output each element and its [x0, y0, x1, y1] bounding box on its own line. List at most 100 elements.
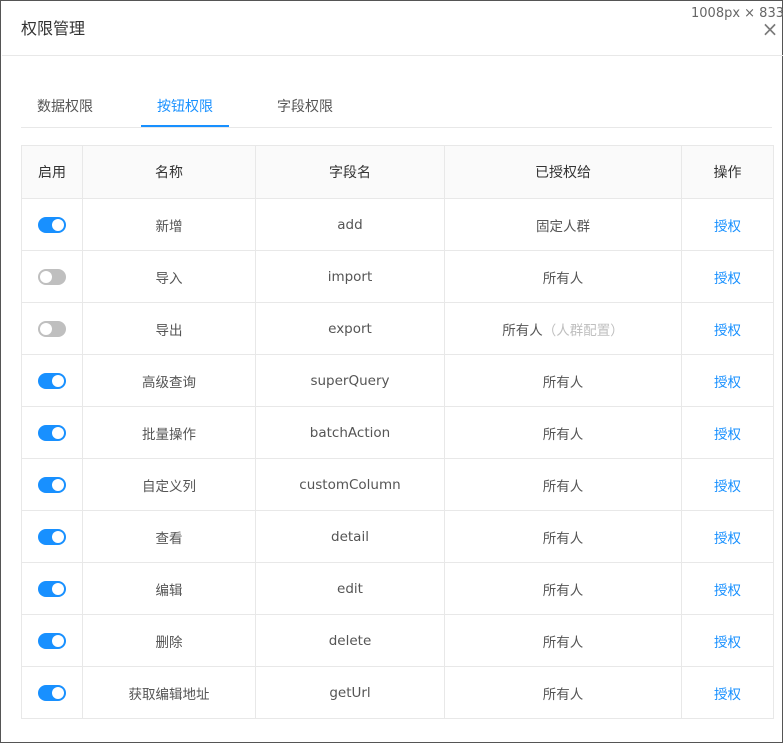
- toggle-knob: [52, 426, 64, 439]
- granted-to-cell: 所有人: [444, 458, 682, 511]
- tab-data-permission[interactable]: 数据权限: [37, 97, 93, 117]
- column-header-field: 字段名: [255, 145, 445, 199]
- enable-cell: [21, 302, 83, 355]
- authorize-link[interactable]: 授权: [714, 271, 741, 287]
- enable-toggle[interactable]: [38, 580, 66, 597]
- granted-to: 所有人: [502, 322, 543, 339]
- table-row: 编辑 edit 所有人 授权: [21, 562, 774, 615]
- tab-button-permission[interactable]: 按钮权限: [157, 97, 213, 117]
- granted-to: 所有人: [542, 686, 584, 703]
- column-header-granted: 已授权给: [444, 145, 682, 199]
- action-cell: 授权: [681, 458, 774, 511]
- enable-toggle[interactable]: [38, 320, 66, 337]
- granted-to: 所有人: [542, 634, 584, 651]
- permission-name: 删除: [82, 614, 256, 667]
- toggle-knob: [40, 322, 52, 335]
- enable-toggle[interactable]: [38, 684, 66, 701]
- granted-to-cell: 所有人: [444, 406, 682, 459]
- enable-cell: [21, 250, 83, 303]
- permission-name: 新增: [82, 198, 256, 251]
- table-row: 新增 add 固定人群 授权: [21, 198, 774, 251]
- authorize-link[interactable]: 授权: [714, 427, 741, 443]
- enable-cell: [21, 458, 83, 511]
- enable-cell: [21, 562, 83, 615]
- tab-bar: 数据权限 按钮权限 字段权限: [21, 87, 772, 128]
- enable-toggle[interactable]: [38, 528, 66, 545]
- permission-name: 自定义列: [82, 458, 256, 511]
- granted-to-cell: 所有人（人群配置）: [444, 302, 682, 355]
- tab-field-permission[interactable]: 字段权限: [277, 97, 333, 117]
- close-icon[interactable]: ×: [759, 18, 781, 40]
- enable-toggle[interactable]: [38, 476, 66, 493]
- table-body: 新增 add 固定人群 授权 导入 import 所有人 授权 导出 export 所有人（人群配置…: [21, 198, 774, 719]
- field-name: superQuery: [255, 354, 445, 407]
- action-cell: 授权: [681, 666, 774, 719]
- granted-to: 所有人: [542, 530, 584, 547]
- toggle-knob: [52, 530, 64, 543]
- enable-cell: [21, 354, 83, 407]
- toggle-knob: [52, 634, 64, 647]
- action-cell: 授权: [681, 198, 774, 251]
- granted-to: 固定人群: [536, 218, 590, 235]
- authorize-link[interactable]: 授权: [714, 219, 741, 235]
- enable-cell: [21, 614, 83, 667]
- toggle-knob: [52, 374, 64, 387]
- permission-name: 查看: [82, 510, 256, 563]
- enable-cell: [21, 510, 83, 563]
- action-cell: 授权: [681, 510, 774, 563]
- granted-to: 所有人: [542, 582, 584, 599]
- column-header-enable: 启用: [21, 145, 83, 199]
- column-header-action: 操作: [681, 145, 774, 199]
- permission-name: 编辑: [82, 562, 256, 615]
- table-row: 自定义列 customColumn 所有人 授权: [21, 458, 774, 511]
- enable-toggle[interactable]: [38, 632, 66, 649]
- granted-to: 所有人: [542, 426, 584, 443]
- authorize-link[interactable]: 授权: [714, 635, 741, 651]
- permission-table: 启用 名称 字段名 已授权给 操作 新增 add 固定人群 授权 导入 import 所有人…: [21, 145, 774, 719]
- granted-to-cell: 所有人: [444, 250, 682, 303]
- table-row: 导入 import 所有人 授权: [21, 250, 774, 303]
- column-header-name: 名称: [82, 145, 256, 199]
- table-row: 删除 delete 所有人 授权: [21, 614, 774, 667]
- granted-to-cell: 所有人: [444, 614, 682, 667]
- table-row: 获取编辑地址 getUrl 所有人 授权: [21, 666, 774, 719]
- authorize-link[interactable]: 授权: [714, 479, 741, 495]
- permission-name: 获取编辑地址: [82, 666, 256, 719]
- enable-toggle[interactable]: [38, 424, 66, 441]
- field-name: import: [255, 250, 445, 303]
- toggle-knob: [52, 582, 64, 595]
- toggle-knob: [40, 270, 52, 283]
- permission-name: 导出: [82, 302, 256, 355]
- authorize-link[interactable]: 授权: [714, 531, 741, 547]
- granted-to: 所有人: [542, 374, 584, 391]
- enable-cell: [21, 666, 83, 719]
- authorize-link[interactable]: 授权: [714, 583, 741, 599]
- action-cell: 授权: [681, 250, 774, 303]
- granted-to-cell: 固定人群: [444, 198, 682, 251]
- granted-to: 所有人: [542, 270, 584, 287]
- permission-dialog: 权限管理 1008px × 833px × 数据权限 按钮权限 字段权限 启用 …: [0, 0, 783, 743]
- granted-to-cell: 所有人: [444, 354, 682, 407]
- field-name: detail: [255, 510, 445, 563]
- enable-cell: [21, 406, 83, 459]
- authorize-link[interactable]: 授权: [714, 687, 741, 703]
- granted-note: （人群配置）: [542, 322, 624, 339]
- action-cell: 授权: [681, 354, 774, 407]
- dialog-title: 权限管理: [21, 19, 86, 38]
- table-row: 查看 detail 所有人 授权: [21, 510, 774, 563]
- action-cell: 授权: [681, 614, 774, 667]
- authorize-link[interactable]: 授权: [714, 375, 741, 391]
- granted-to: 所有人: [542, 478, 584, 495]
- enable-toggle[interactable]: [38, 216, 66, 233]
- field-name: customColumn: [255, 458, 445, 511]
- toggle-knob: [52, 686, 64, 699]
- authorize-link[interactable]: 授权: [714, 323, 741, 339]
- action-cell: 授权: [681, 562, 774, 615]
- toggle-knob: [52, 478, 64, 491]
- enable-toggle[interactable]: [38, 372, 66, 389]
- granted-to-cell: 所有人: [444, 666, 682, 719]
- enable-toggle[interactable]: [38, 268, 66, 285]
- active-tab-indicator: [141, 125, 229, 127]
- field-name: delete: [255, 614, 445, 667]
- enable-cell: [21, 198, 83, 251]
